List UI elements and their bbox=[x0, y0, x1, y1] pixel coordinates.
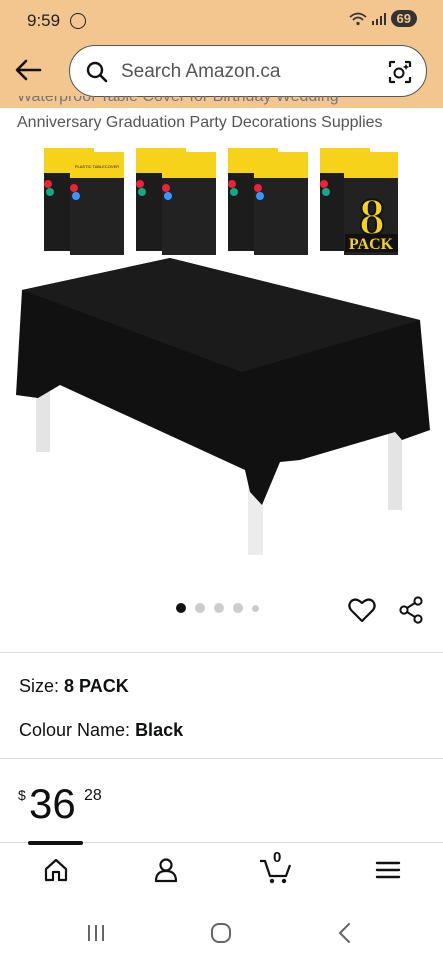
battery-icon: 69 bbox=[390, 10, 417, 27]
camera-lens-icon[interactable] bbox=[387, 59, 413, 85]
app-header: 9:59 69 Search Amazon.ca bbox=[0, 0, 443, 108]
price-whole: 36 bbox=[29, 780, 76, 827]
search-icon bbox=[86, 61, 108, 83]
colour-label: Colour Name: bbox=[19, 720, 131, 740]
home-system-icon[interactable] bbox=[210, 922, 232, 944]
price-currency: $ bbox=[18, 787, 26, 803]
bottom-nav: 0 bbox=[0, 841, 443, 901]
package-group-2 bbox=[136, 148, 216, 255]
share-icon[interactable] bbox=[398, 596, 424, 624]
signal-icon bbox=[371, 12, 386, 25]
carousel-dots bbox=[176, 603, 259, 613]
heart-icon[interactable] bbox=[348, 597, 376, 623]
recent-apps-icon[interactable] bbox=[86, 923, 106, 943]
divider bbox=[0, 652, 443, 653]
product-image[interactable]: PLASTIC TABLECOVER 8 PACK bbox=[0, 140, 443, 580]
colour-row[interactable]: Colour Name: Black bbox=[19, 720, 183, 741]
carousel-dot[interactable] bbox=[214, 603, 224, 613]
carousel-dot[interactable] bbox=[176, 603, 186, 613]
menu-icon[interactable] bbox=[375, 857, 401, 883]
colour-value: Black bbox=[135, 720, 184, 740]
home-icon[interactable] bbox=[43, 857, 69, 883]
size-value: 8 PACK bbox=[64, 676, 129, 696]
back-arrow-icon[interactable] bbox=[14, 58, 42, 82]
package-group-3 bbox=[228, 148, 308, 255]
carousel-dot[interactable] bbox=[195, 603, 205, 613]
carousel-dot[interactable] bbox=[233, 603, 243, 613]
wifi-icon bbox=[348, 12, 367, 25]
package-label: PLASTIC TABLECOVER bbox=[75, 164, 119, 169]
package-group-1: PLASTIC TABLECOVER bbox=[44, 148, 124, 255]
whatsapp-icon bbox=[70, 13, 86, 29]
size-label: Size: bbox=[19, 676, 60, 696]
system-nav-bar bbox=[0, 900, 443, 960]
account-icon[interactable] bbox=[153, 857, 179, 883]
pack-badge-text: PACK bbox=[349, 236, 394, 253]
status-bar: 9:59 69 bbox=[0, 0, 443, 40]
cart-count: 0 bbox=[273, 849, 282, 866]
product-title-partial-row: Waterproof Table Cover for Birthday Wedd… bbox=[0, 96, 443, 110]
status-time: 9:59 bbox=[27, 11, 61, 30]
carousel-dot[interactable] bbox=[252, 604, 259, 612]
price-fraction: 28 bbox=[84, 787, 102, 804]
status-icons: 69 bbox=[348, 10, 417, 27]
cart-button[interactable]: 0 bbox=[259, 849, 293, 885]
back-system-icon[interactable] bbox=[337, 922, 351, 944]
search-bar[interactable]: Search Amazon.ca bbox=[69, 45, 427, 97]
active-tab-indicator bbox=[28, 841, 83, 845]
product-title-partial: Waterproof Table Cover for Birthday Wedd… bbox=[17, 96, 339, 105]
divider bbox=[0, 758, 443, 759]
search-input[interactable]: Search Amazon.ca bbox=[121, 61, 280, 83]
size-row[interactable]: Size: 8 PACK bbox=[19, 676, 129, 697]
product-title[interactable]: Anniversary Graduation Party Decorations… bbox=[17, 113, 437, 133]
